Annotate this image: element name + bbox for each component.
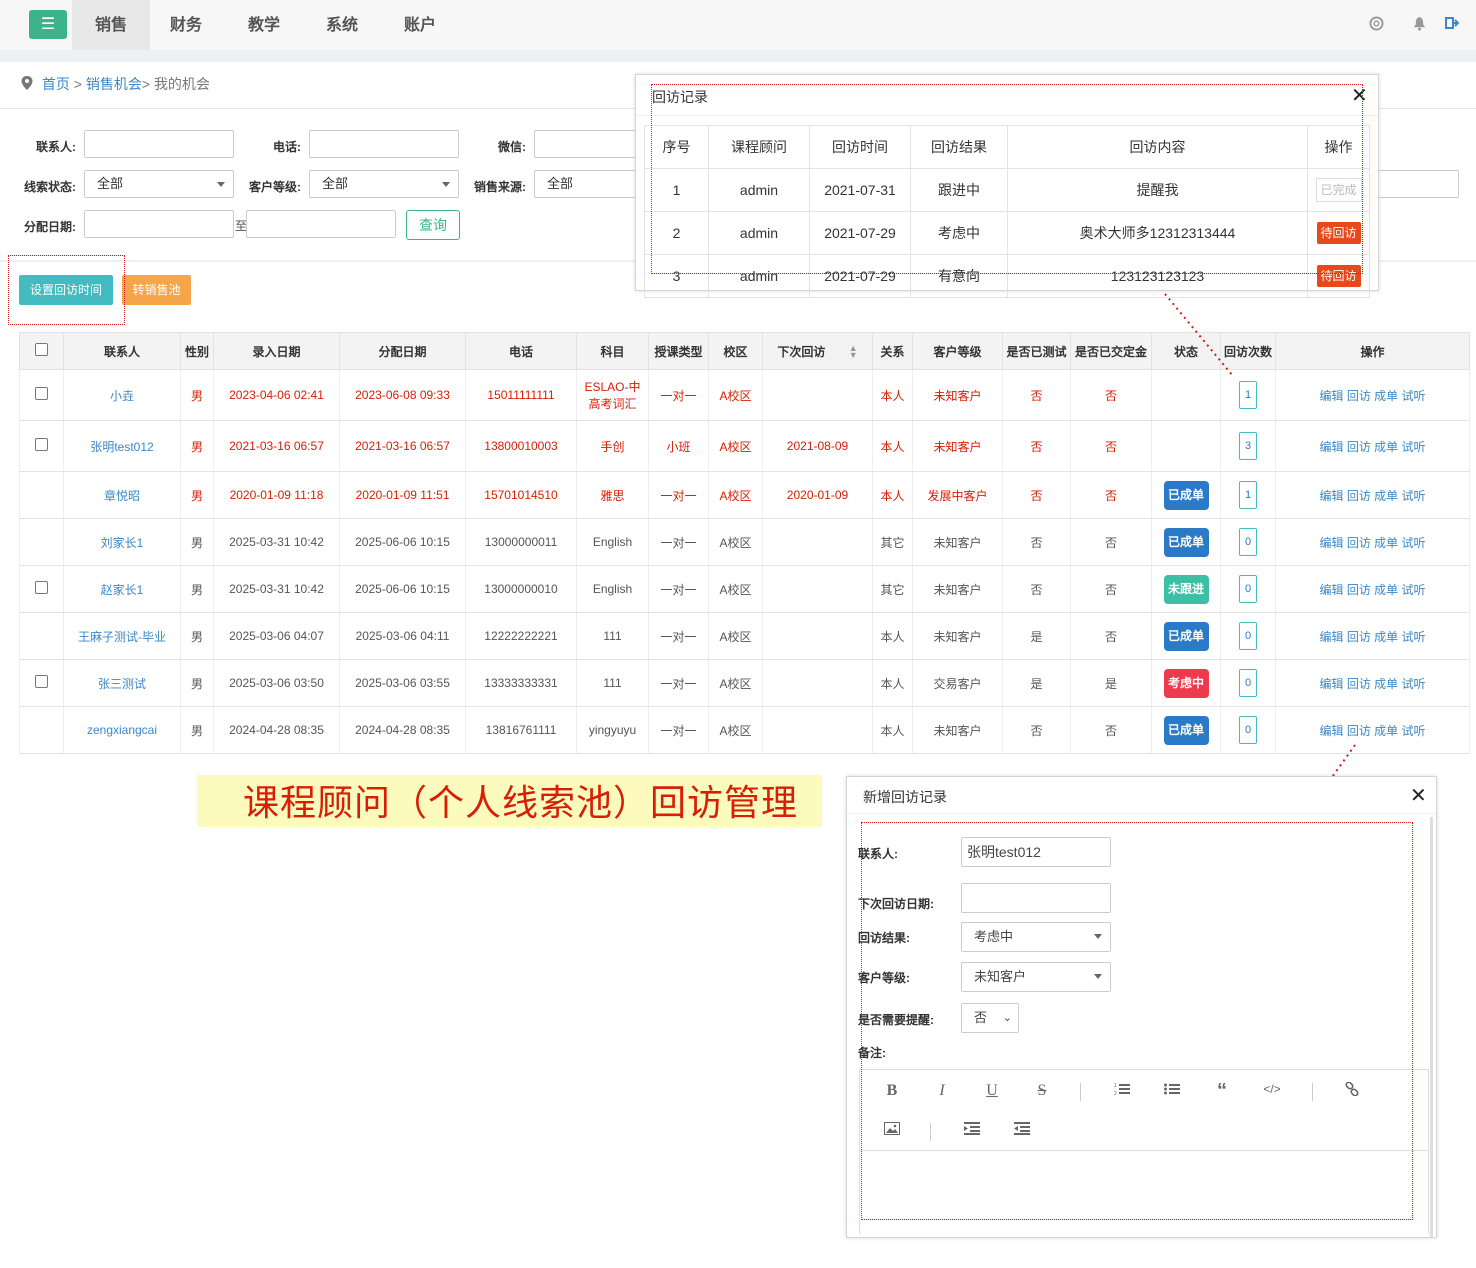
caption-banner: 课程顾问（个人线索池）回访管理: [197, 775, 822, 827]
visit-records-dialog: 回访记录 ✕ 序号 课程顾问 回访时间 回访结果 回访内容 操作 1 admin…: [635, 74, 1379, 298]
close-icon[interactable]: ✕: [1410, 783, 1427, 808]
scrollbar[interactable]: [1430, 817, 1433, 1237]
dialog-title: 新增回访记录: [863, 789, 947, 805]
highlight-box: [651, 84, 1363, 274]
highlight-box: [861, 822, 1413, 1220]
divider: [847, 813, 1436, 814]
new-visit-dialog: 新增回访记录 ✕ 联系人: 张明test012 下次回访日期: 回访结果: 考虑…: [846, 776, 1437, 1238]
